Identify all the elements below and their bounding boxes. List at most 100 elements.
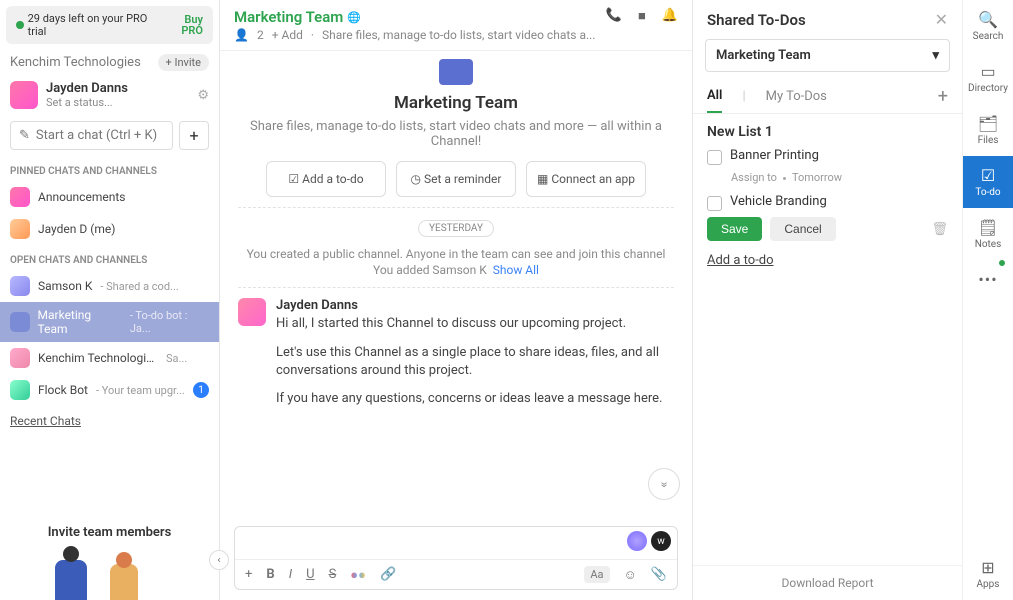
rail-todo[interactable]: ☑To-do	[963, 156, 1013, 208]
todo-item: Vehicle Branding	[707, 194, 948, 211]
org-name: Kenchim Technologies	[10, 55, 141, 70]
assign-to[interactable]: Assign to	[731, 171, 777, 184]
cancel-button[interactable]: Cancel	[770, 217, 835, 241]
grid-icon: ▦	[537, 172, 548, 186]
app-rail: 🔍Search ▭Directory 🗂Files ☑To-do 🗒Notes …	[963, 0, 1013, 600]
sidebar-item-marketing-team[interactable]: Marketing Team - To-do bot : Ja...	[0, 302, 219, 342]
add-list-button[interactable]: +	[938, 86, 948, 107]
plus-icon[interactable]: +	[245, 567, 252, 582]
channel-large-icon	[439, 59, 473, 85]
invite-button[interactable]: + Invite	[158, 54, 209, 71]
rail-more[interactable]: •••	[963, 260, 1013, 301]
save-button[interactable]: Save	[707, 217, 762, 241]
app-chip-icon[interactable]: w	[651, 531, 671, 551]
channel-icon	[10, 276, 30, 296]
invite-team-heading: Invite team members	[0, 515, 219, 540]
start-chat-placeholder: Start a chat (Ctrl + K)	[36, 128, 157, 143]
add-member-button[interactable]: + Add	[272, 28, 303, 42]
message-text: Hi all, I started this Channel to discus…	[276, 315, 674, 408]
trial-banner: 29 days left on your PRO trial Buy PRO	[6, 6, 213, 44]
rail-directory[interactable]: ▭Directory	[963, 52, 1013, 104]
note-icon: 🗒	[963, 218, 1013, 237]
channel-sub: - Your team upgr...	[96, 384, 185, 397]
rail-notes[interactable]: 🗒Notes	[963, 208, 1013, 260]
attach-icon[interactable]: 📎	[651, 567, 667, 582]
checkbox-icon: ☑	[288, 172, 299, 186]
connect-app-action[interactable]: ▦ Connect an app	[526, 161, 646, 197]
todo-text[interactable]: Banner Printing	[730, 148, 819, 163]
set-reminder-action[interactable]: ◷ Set a reminder	[396, 161, 516, 197]
sidebar-item-hub[interactable]: Kenchim Technologies Hub Sa...	[0, 342, 219, 374]
avatar	[10, 81, 38, 109]
todo-item: Banner Printing	[707, 148, 948, 165]
panel-title: Shared To-Dos	[707, 11, 806, 29]
channel-desc-short: Share files, manage to-do lists, start v…	[322, 28, 595, 42]
strike-icon[interactable]: S	[329, 567, 337, 582]
add-todo-action[interactable]: ☑ Add a to-do	[266, 161, 386, 197]
add-todo-link[interactable]: Add a to-do	[707, 253, 948, 268]
buy-pro-link[interactable]: Buy PRO	[162, 14, 203, 36]
show-all-link[interactable]: Show All	[493, 263, 539, 277]
team-select-value: Marketing Team	[716, 48, 811, 63]
bell-icon[interactable]: 🔔	[662, 8, 678, 24]
scroll-down-button[interactable]: »	[648, 468, 680, 500]
todo-text[interactable]: Vehicle Branding	[730, 194, 827, 209]
chat-header: Marketing Team 🌐 👤2 + Add · Share files,…	[220, 0, 692, 51]
chevron-down-icon: ▾	[932, 48, 939, 63]
emoji-icon[interactable]: ☺	[624, 567, 637, 583]
channel-label: Announcements	[38, 190, 125, 204]
close-icon[interactable]: ✕	[935, 10, 948, 29]
tab-my-todos[interactable]: My To-Dos	[766, 81, 827, 112]
tab-all[interactable]: All	[707, 80, 722, 113]
channel-icon	[10, 187, 30, 207]
color-icon[interactable]: ●●	[350, 567, 366, 583]
app-chip-icon[interactable]	[627, 531, 647, 551]
bold-icon[interactable]: B	[266, 567, 274, 582]
rail-search[interactable]: 🔍Search	[963, 0, 1013, 52]
start-chat-input[interactable]: ✎ Start a chat (Ctrl + K)	[10, 121, 173, 150]
download-report-link[interactable]: Download Report	[693, 565, 962, 600]
member-count: 2	[257, 28, 264, 42]
channel-label: Jayden D (me)	[38, 222, 115, 236]
avatar	[238, 298, 266, 326]
new-chat-button[interactable]: +	[179, 121, 209, 150]
members-icon: 👤	[234, 28, 249, 42]
files-icon: 🗂	[963, 114, 1013, 133]
gear-icon[interactable]: ⚙	[197, 88, 209, 103]
team-select-dropdown[interactable]: Marketing Team ▾	[705, 39, 950, 72]
rail-apps[interactable]: ⊞Apps	[963, 548, 1013, 600]
link-icon[interactable]: 🔗	[380, 567, 396, 582]
user-row: Jayden Danns Set a status... ⚙	[0, 75, 219, 115]
channel-icon	[10, 348, 30, 368]
composer-input[interactable]: w	[235, 527, 677, 559]
more-icon: •••	[963, 270, 1013, 289]
channel-label: Flock Bot	[38, 383, 88, 397]
pencil-icon: ✎	[19, 128, 30, 143]
underline-icon[interactable]: U	[306, 567, 314, 582]
sidebar-item-flock-bot[interactable]: Flock Bot - Your team upgr... 1	[0, 374, 219, 406]
channel-title: Marketing Team 🌐	[234, 8, 595, 26]
call-icon[interactable]: 📞	[606, 8, 622, 24]
trash-icon[interactable]: 🗑	[931, 222, 948, 237]
channel-label: Marketing Team	[38, 308, 122, 336]
italic-icon[interactable]: I	[289, 567, 292, 582]
rail-files[interactable]: 🗂Files	[963, 104, 1013, 156]
message: Jayden Danns Hi all, I started this Chan…	[238, 298, 674, 418]
format-toggle[interactable]: Aa	[584, 566, 609, 583]
sidebar-item-announcements[interactable]: Announcements	[0, 181, 219, 213]
channel-icon	[10, 380, 30, 400]
todo-panel: Shared To-Dos ✕ Marketing Team ▾ All | M…	[693, 0, 963, 600]
channel-icon	[10, 219, 30, 239]
channel-label: Kenchim Technologies Hub	[38, 351, 158, 365]
checkbox[interactable]	[707, 150, 722, 165]
checkbox[interactable]	[707, 196, 722, 211]
check-icon: ☑	[963, 166, 1013, 185]
user-status[interactable]: Set a status...	[46, 96, 128, 109]
list-name: New List 1	[707, 124, 948, 140]
recent-chats-link[interactable]: Recent Chats	[0, 406, 219, 436]
sidebar-item-me[interactable]: Jayden D (me)	[0, 213, 219, 245]
org-row: Kenchim Technologies + Invite	[0, 50, 219, 75]
sidebar-item-samson[interactable]: Samson K - Shared a cod...	[0, 270, 219, 302]
video-icon[interactable]: ■	[638, 8, 646, 24]
due-date[interactable]: Tomorrow	[792, 171, 842, 184]
